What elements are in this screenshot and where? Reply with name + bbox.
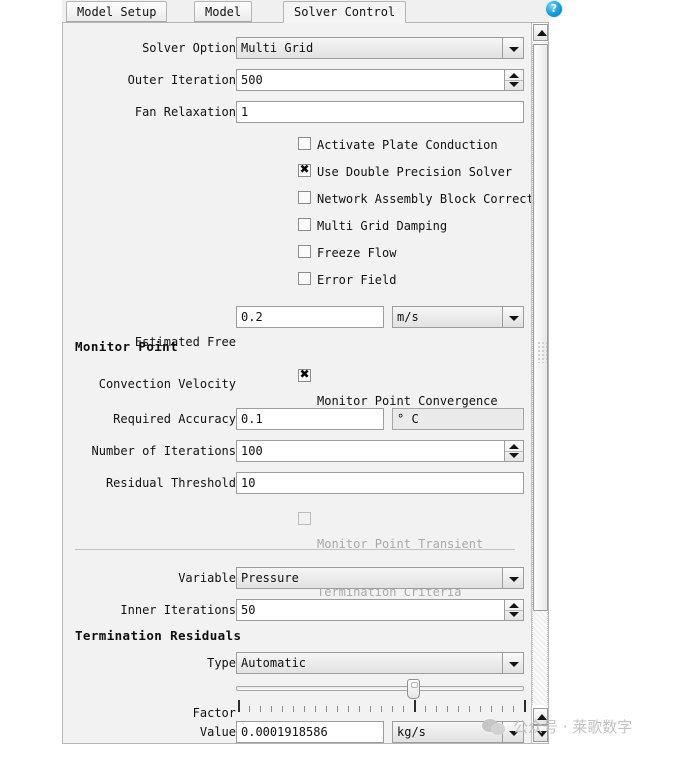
row-estimated-free-convection-velocity: Estimated Free Convection Velocity 0.2 m… — [63, 304, 533, 391]
outer-iteration-stepper[interactable] — [504, 70, 523, 90]
number-of-iterations-stepper[interactable] — [504, 441, 523, 461]
fan-relaxation-value: 1 — [241, 105, 249, 119]
watermark-text: 公众号 · 莱歌数字 — [513, 718, 633, 736]
tab-solver-control-label: Solver Control — [294, 5, 396, 19]
chevron-down-icon[interactable] — [502, 38, 523, 58]
outer-iteration-input[interactable]: 500 — [236, 69, 524, 91]
estimated-free-convection-velocity-input[interactable]: 0.2 — [236, 306, 384, 328]
row-required-accuracy: Required Accuracy 0.1 ° C — [63, 406, 533, 432]
checkbox-label: Use Double Precision Solver — [317, 165, 513, 179]
variable-label: Variable — [178, 571, 236, 585]
row-outer-iteration: Outer Iteration 500 — [63, 67, 533, 93]
checkbox-box[interactable] — [298, 367, 311, 382]
inner-iterations-label: Inner Iterations — [120, 603, 236, 617]
checkbox-box[interactable] — [298, 218, 311, 231]
tab-model[interactable]: Model — [194, 1, 253, 22]
inner-iterations-value: 50 — [241, 603, 256, 617]
number-of-iterations-value: 100 — [241, 444, 263, 458]
estimated-free-convection-velocity-label: Estimated Free Convection Velocity — [99, 307, 236, 419]
row-type: Type Automatic — [63, 650, 533, 676]
row-value: Value 0.0001918586 kg/s — [63, 719, 533, 743]
solver-option-value: Multi Grid — [241, 41, 314, 55]
residual-threshold-value: 10 — [241, 476, 256, 490]
checkbox-label: Freeze Flow — [317, 246, 397, 260]
tab-model-setup[interactable]: Model Setup — [66, 1, 168, 22]
checkbox-box[interactable] — [298, 272, 311, 285]
checkbox-box[interactable] — [298, 191, 311, 204]
checkbox-box[interactable] — [298, 512, 311, 525]
value-input-value: 0.0001918586 — [241, 725, 328, 739]
section-heading-termination-residuals: Termination Residuals — [75, 628, 242, 643]
checkbox-box[interactable] — [298, 137, 311, 150]
section-heading-monitor-point: Monitor Point — [75, 339, 179, 354]
checkbox-label: Network Assembly Block Correction — [317, 192, 549, 206]
type-dropdown[interactable]: Automatic — [236, 652, 524, 674]
solver-option-dropdown[interactable]: Multi Grid — [236, 37, 524, 59]
value-unit: kg/s — [397, 725, 426, 739]
inner-iterations-stepper[interactable] — [504, 600, 523, 620]
required-accuracy-value: 0.1 — [241, 412, 263, 426]
chevron-down-icon[interactable] — [502, 653, 523, 673]
help-icon[interactable]: ? — [546, 1, 562, 17]
row-residual-threshold: Residual Threshold 10 — [63, 470, 533, 496]
fan-relaxation-input[interactable]: 1 — [236, 101, 524, 123]
unit-value: m/s — [397, 310, 419, 324]
watermark: 公众号 · 莱歌数字 — [482, 716, 632, 737]
row-number-of-iterations: Number of Iterations 100 — [63, 438, 533, 464]
required-accuracy-unit-value: ° C — [397, 412, 419, 426]
type-value: Automatic — [241, 656, 307, 670]
checkbox-label: Multi Grid Damping — [317, 219, 448, 233]
value-input[interactable]: 0.0001918586 — [236, 721, 384, 743]
variable-dropdown[interactable]: Pressure — [236, 567, 524, 589]
estimated-free-convection-velocity-value: 0.2 — [241, 310, 263, 324]
checkbox-box[interactable] — [298, 245, 311, 258]
inner-iterations-input[interactable]: 50 — [236, 599, 524, 621]
slider-track[interactable] — [236, 686, 524, 691]
factor-slider[interactable] — [236, 678, 524, 700]
slider-thumb[interactable] — [406, 679, 420, 699]
row-factor: Factor ⟨ Increase Decrease ⟩ — [63, 678, 533, 720]
scrollbar-thumb[interactable] — [533, 44, 548, 611]
variable-value: Pressure — [241, 571, 299, 585]
solver-control-form: Solver Option Multi Grid Outer Iteration… — [63, 23, 548, 743]
tab-model-setup-label: Model Setup — [77, 5, 157, 19]
row-variable: Variable Pressure — [63, 565, 533, 591]
number-of-iterations-input[interactable]: 100 — [236, 440, 524, 462]
residual-threshold-input[interactable]: 10 — [236, 472, 524, 494]
vertical-scrollbar[interactable] — [531, 23, 548, 743]
residual-threshold-label: Residual Threshold — [105, 476, 236, 490]
row-fan-relaxation: Fan Relaxation 1 — [63, 99, 533, 125]
label-line-2: Convection Velocity — [98, 377, 236, 391]
value-label: Value — [199, 725, 236, 739]
checkbox-label: Activate Plate Conduction — [317, 138, 498, 152]
fan-relaxation-label: Fan Relaxation — [134, 105, 236, 119]
scrollbar-grip-icon — [537, 341, 547, 363]
chevron-down-icon[interactable] — [502, 568, 523, 588]
factor-label-text: Factor — [192, 706, 236, 720]
scroll-up-button-top[interactable] — [533, 24, 548, 41]
required-accuracy-input[interactable]: 0.1 — [236, 408, 384, 430]
row-solver-option: Solver Option Multi Grid — [63, 35, 533, 61]
type-label: Type — [207, 656, 236, 670]
outer-iteration-value: 500 — [241, 73, 263, 87]
tab-bar: Model Setup Model Solver Control — [62, 0, 549, 23]
number-of-iterations-label: Number of Iterations — [91, 444, 237, 458]
required-accuracy-label: Required Accuracy — [113, 412, 236, 426]
solver-control-panel: Solver Option Multi Grid Outer Iteration… — [62, 22, 549, 744]
wechat-icon — [482, 718, 508, 736]
chevron-down-icon[interactable] — [502, 307, 523, 327]
checkbox-label: Error Field — [317, 273, 397, 287]
outer-iteration-label: Outer Iteration — [127, 73, 236, 87]
slider-tick-scale — [238, 700, 526, 712]
checkbox-box[interactable] — [298, 162, 311, 177]
estimated-free-convection-velocity-unit-dropdown[interactable]: m/s — [392, 306, 524, 328]
tab-model-label: Model — [205, 5, 242, 19]
section-divider — [75, 549, 515, 550]
row-inner-iterations: Inner Iterations 50 — [63, 597, 533, 623]
required-accuracy-unit: ° C — [392, 408, 524, 430]
tab-solver-control[interactable]: Solver Control — [283, 1, 407, 23]
solver-option-label: Solver Option — [142, 41, 236, 55]
